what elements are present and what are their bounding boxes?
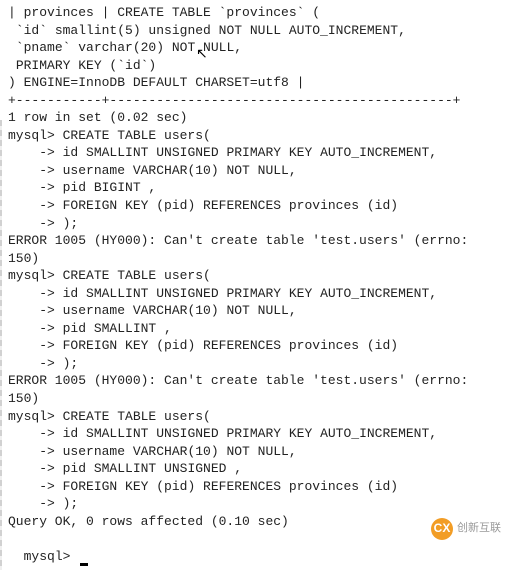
terminal-line: -> id SMALLINT UNSIGNED PRIMARY KEY AUTO… — [8, 425, 501, 443]
terminal-line: `pname` varchar(20) NOT NULL, — [8, 39, 501, 57]
terminal-line: -> ); — [8, 215, 501, 233]
terminal-prompt-line[interactable]: mysql> CREATE TABLE users( — [8, 127, 501, 145]
terminal-error-line: ERROR 1005 (HY000): Can't create table '… — [8, 372, 501, 407]
terminal-line: -> id SMALLINT UNSIGNED PRIMARY KEY AUTO… — [8, 285, 501, 303]
terminal-prompt-text: mysql> — [24, 549, 79, 564]
window-border-sliver — [0, 120, 2, 570]
watermark: CX 创新互联 — [431, 518, 501, 540]
terminal-line: PRIMARY KEY (`id`) — [8, 57, 501, 75]
terminal-line: -> FOREIGN KEY (pid) REFERENCES province… — [8, 337, 501, 355]
terminal-line: -> username VARCHAR(10) NOT NULL, — [8, 302, 501, 320]
terminal-line: `id` smallint(5) unsigned NOT NULL AUTO_… — [8, 22, 501, 40]
terminal-error-line: ERROR 1005 (HY000): Can't create table '… — [8, 232, 501, 267]
terminal-line: -> username VARCHAR(10) NOT NULL, — [8, 443, 501, 461]
terminal-line: -> ); — [8, 355, 501, 373]
terminal-prompt-line[interactable]: mysql> — [8, 530, 501, 565]
terminal-line: 1 row in set (0.02 sec) — [8, 109, 501, 127]
terminal-prompt-line[interactable]: mysql> CREATE TABLE users( — [8, 267, 501, 285]
terminal-line: -> ); — [8, 495, 501, 513]
cursor-icon — [80, 563, 88, 566]
terminal-line: -> pid SMALLINT UNSIGNED , — [8, 460, 501, 478]
terminal-line: -> FOREIGN KEY (pid) REFERENCES province… — [8, 478, 501, 496]
terminal-line: ) ENGINE=InnoDB DEFAULT CHARSET=utf8 | — [8, 74, 501, 92]
terminal-line: +-----------+---------------------------… — [8, 92, 501, 110]
watermark-text: 创新互联 — [457, 521, 501, 536]
watermark-badge-icon: CX — [431, 518, 453, 540]
terminal-line: -> pid SMALLINT , — [8, 320, 501, 338]
terminal-line: -> username VARCHAR(10) NOT NULL, — [8, 162, 501, 180]
terminal-line: -> pid BIGINT , — [8, 179, 501, 197]
terminal-line: -> FOREIGN KEY (pid) REFERENCES province… — [8, 197, 501, 215]
terminal-line: | provinces | CREATE TABLE `provinces` ( — [8, 4, 501, 22]
terminal-line: -> id SMALLINT UNSIGNED PRIMARY KEY AUTO… — [8, 144, 501, 162]
terminal-prompt-line[interactable]: mysql> CREATE TABLE users( — [8, 408, 501, 426]
